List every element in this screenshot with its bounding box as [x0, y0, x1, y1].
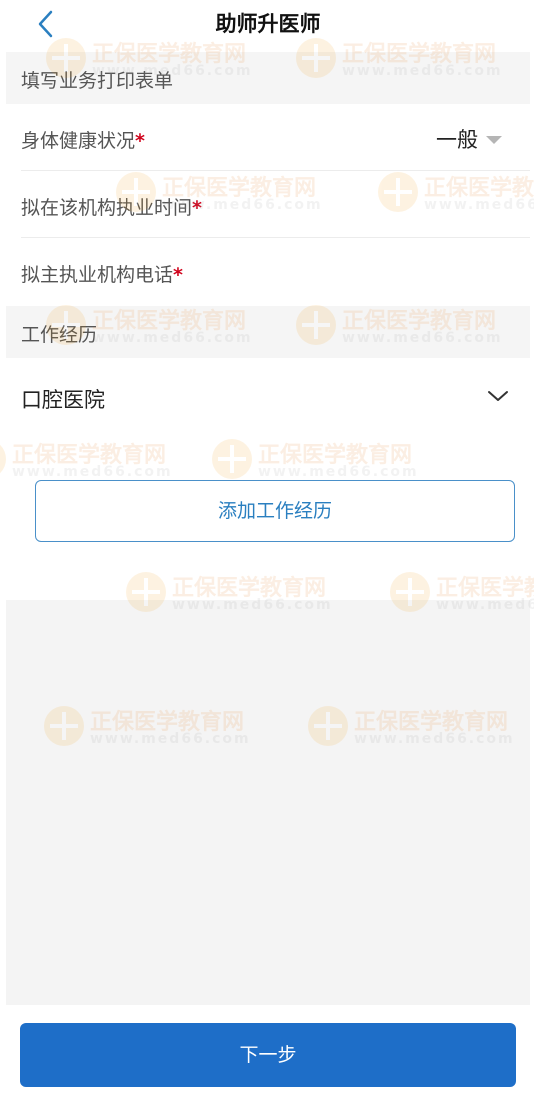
required-mark: *: [173, 264, 183, 286]
page-title: 助师升医师: [215, 12, 321, 36]
field-label: 拟主执业机构电话*: [21, 264, 183, 286]
practice-time-field[interactable]: 拟在该机构执业时间*: [6, 171, 530, 238]
app-frame: 助师升医师 填写业务打印表单 身体健康状况* 一般 拟在该机构执业时间* 拟主执…: [0, 0, 534, 1103]
health-status-field[interactable]: 身体健康状况* 一般: [6, 104, 530, 171]
institution-phone-field[interactable]: 拟主执业机构电话*: [6, 238, 530, 305]
section-header-work-history: 工作经历: [6, 306, 530, 358]
section-title: 填写业务打印表单: [21, 70, 174, 92]
work-history-item[interactable]: 口腔医院: [6, 362, 530, 434]
nav-bar: 助师升医师: [6, 0, 530, 48]
section-header-print-form: 填写业务打印表单: [6, 52, 530, 104]
chevron-down-icon: [486, 388, 510, 408]
caret-down-icon: [486, 136, 502, 144]
required-mark: *: [135, 130, 145, 152]
next-step-button[interactable]: 下一步: [20, 1023, 516, 1087]
add-work-history-button[interactable]: 添加工作经历: [35, 480, 515, 542]
work-history-item-label: 口腔医院: [21, 388, 105, 412]
health-status-value: 一般: [436, 128, 478, 152]
section-title: 工作经历: [21, 324, 98, 346]
required-mark: *: [192, 197, 202, 219]
watermark-logo-icon: [212, 439, 252, 479]
empty-content-area: [6, 600, 530, 1005]
watermark-logo-icon: [0, 439, 6, 479]
field-label: 拟在该机构执业时间*: [21, 197, 202, 219]
field-label: 身体健康状况*: [21, 130, 145, 152]
